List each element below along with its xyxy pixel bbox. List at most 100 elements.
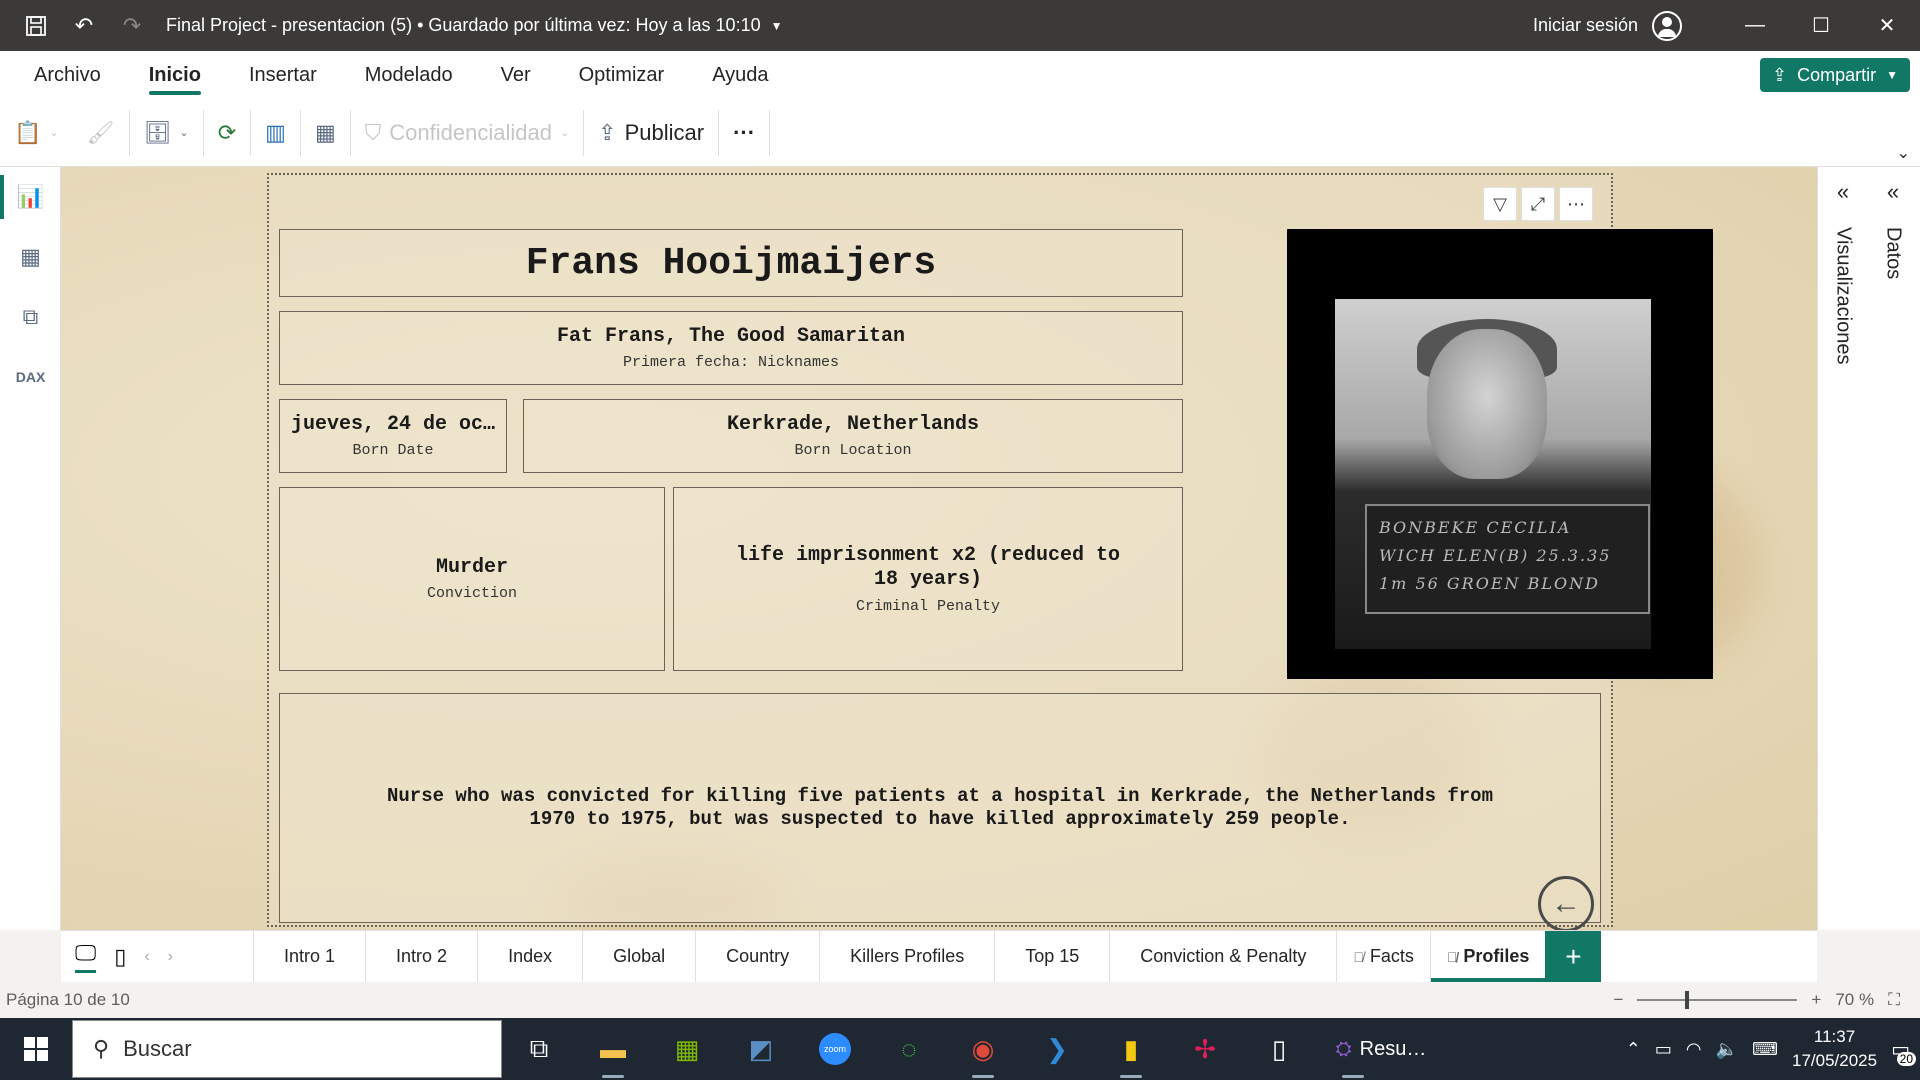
zoom-out-button[interactable]: −: [1613, 990, 1623, 1010]
close-button[interactable]: ✕: [1854, 0, 1920, 51]
nicknames-card[interactable]: Fat Frans, The Good Samaritan Primera fe…: [279, 311, 1183, 385]
publish-button[interactable]: ⇪ Publicar: [584, 110, 718, 156]
report-canvas[interactable]: ▽ ⤢ ⋯ Frans Hooijmaijers Fat Frans, The …: [61, 167, 1817, 930]
clock[interactable]: 11:37 17/05/2025: [1792, 1025, 1877, 1073]
tab-label: Profiles: [1463, 946, 1530, 966]
tab-profiles[interactable]: 👁̸ Profiles: [1429, 931, 1546, 982]
taskbar-search[interactable]: ⚲ Buscar: [72, 1020, 502, 1078]
double-chevron-left-icon[interactable]: «: [1887, 179, 1899, 205]
fit-to-page-icon[interactable]: ⛶: [1888, 990, 1900, 1010]
notepad-icon[interactable]: ▯: [1242, 1018, 1316, 1080]
undo-icon[interactable]: ↶: [60, 0, 108, 51]
zoom-level[interactable]: 70 %: [1835, 990, 1874, 1010]
circular-app-icon[interactable]: ◌: [872, 1018, 946, 1080]
start-button[interactable]: [0, 1018, 72, 1080]
calculator-button[interactable]: ▦: [301, 110, 350, 156]
tab-label: Top 15: [1025, 946, 1080, 966]
menu-inicio[interactable]: Inicio: [148, 56, 202, 95]
zoom-in-button[interactable]: +: [1811, 990, 1821, 1010]
tab-killers-profiles[interactable]: Killers Profiles: [819, 931, 994, 982]
volume-icon[interactable]: 🔈: [1716, 1039, 1738, 1060]
desktop-layout-icon[interactable]: 🖵: [75, 940, 97, 973]
table-view-icon[interactable]: ▦: [0, 227, 61, 287]
tab-global[interactable]: Global: [582, 931, 695, 982]
data-pane[interactable]: « Datos: [1868, 179, 1918, 479]
born-date-card[interactable]: jueves, 24 de oc… Born Date: [279, 399, 507, 473]
chevron-up-icon[interactable]: ⌃: [1626, 1039, 1641, 1060]
mugshot-photo: BONBEKE CECILIA WICH ELEN(B) 25.3.35 1m …: [1335, 299, 1651, 649]
save-icon[interactable]: [12, 0, 60, 51]
filter-icon[interactable]: ▽: [1483, 187, 1517, 221]
window-title[interactable]: Final Project - presentacion (5) • Guard…: [166, 15, 782, 36]
maximize-button[interactable]: ☐: [1788, 0, 1854, 51]
vscode-icon[interactable]: ❯: [1020, 1018, 1094, 1080]
mobile-layout-icon[interactable]: ▯: [114, 944, 126, 970]
visualizations-pane[interactable]: « Visualizaciones: [1818, 179, 1868, 479]
tab-conviction-penalty[interactable]: Conviction & Penalty: [1109, 931, 1336, 982]
zoom-icon[interactable]: zoom: [798, 1018, 872, 1080]
task-view-icon[interactable]: ⧉: [502, 1018, 576, 1080]
file-explorer-icon[interactable]: ▬: [576, 1018, 650, 1080]
format-painter-button[interactable]: 🖌: [73, 110, 129, 156]
menu-ver[interactable]: Ver: [501, 56, 531, 95]
tab-intro-2[interactable]: Intro 2: [365, 931, 477, 982]
keyboard-icon[interactable]: ⌨: [1752, 1039, 1778, 1060]
conviction-card[interactable]: Murder Conviction: [279, 487, 665, 671]
wifi-icon[interactable]: ◠: [1686, 1039, 1702, 1060]
menu-archivo[interactable]: Archivo: [34, 56, 101, 95]
tab-top-15[interactable]: Top 15: [994, 931, 1109, 982]
app-icon: ⛭: [1335, 1037, 1352, 1060]
tab-facts[interactable]: 👁̸ Facts: [1336, 931, 1430, 982]
mysql-workbench-icon[interactable]: ◩: [724, 1018, 798, 1080]
model-view-icon[interactable]: ⧉: [0, 287, 61, 347]
power-bi-icon[interactable]: ▮: [1094, 1018, 1168, 1080]
mugshot-frame[interactable]: BONBEKE CECILIA WICH ELEN(B) 25.3.35 1m …: [1287, 229, 1713, 679]
born-location-card[interactable]: Kerkrade, Netherlands Born Location: [523, 399, 1183, 473]
minimize-button[interactable]: —: [1722, 0, 1788, 51]
menu-modelado[interactable]: Modelado: [365, 56, 453, 95]
report-page[interactable]: ▽ ⤢ ⋯ Frans Hooijmaijers Fat Frans, The …: [267, 173, 1713, 930]
back-arrow-button[interactable]: ←: [1538, 876, 1594, 930]
new-visual-button[interactable]: ▥: [251, 110, 300, 156]
tab-label: Killers Profiles: [850, 946, 965, 966]
more-options-icon[interactable]: ⋯: [1559, 187, 1593, 221]
running-app[interactable]: ⛭ Resu…: [1316, 1018, 1446, 1080]
notification-count: 20: [1896, 1051, 1916, 1066]
name-card[interactable]: Frans Hooijmaijers: [279, 229, 1183, 297]
tab-country[interactable]: Country: [695, 931, 819, 982]
description-card[interactable]: Nurse who was convicted for killing five…: [279, 693, 1601, 923]
penalty-card[interactable]: life imprisonment x2 (reduced to 18 year…: [673, 487, 1183, 671]
confidencialidad-button[interactable]: ⛉ Confidencialidad ⌄: [351, 110, 583, 156]
menu-optimizar[interactable]: Optimizar: [579, 56, 665, 95]
tab-index[interactable]: Index: [477, 931, 582, 982]
paste-button[interactable]: 📋 ⌄: [0, 110, 73, 156]
get-data-button[interactable]: 🗄 ⌄: [130, 110, 203, 156]
ribbon-collapse-icon[interactable]: ⌄: [1897, 143, 1910, 163]
chrome-icon[interactable]: ◉: [946, 1018, 1020, 1080]
tab-intro-1[interactable]: Intro 1: [253, 931, 365, 982]
tab-scroll-right-icon[interactable]: ›: [168, 948, 173, 966]
notifications-icon[interactable]: ▭ 20: [1891, 1037, 1916, 1066]
add-page-button[interactable]: +: [1545, 931, 1602, 982]
database-icon: 🗄: [143, 119, 172, 145]
mugshot-board: BONBEKE CECILIA WICH ELEN(B) 25.3.35 1m …: [1365, 504, 1650, 614]
menu-ayuda[interactable]: Ayuda: [712, 56, 768, 95]
menu-insertar[interactable]: Insertar: [249, 56, 317, 95]
report-view-icon[interactable]: 📊: [0, 167, 61, 227]
battery-icon[interactable]: ▭: [1655, 1039, 1672, 1060]
more-options-button[interactable]: ···: [719, 110, 769, 156]
refresh-button[interactable]: ⟳: [204, 110, 250, 156]
avatar-icon[interactable]: [1652, 10, 1682, 41]
microsoft-store-icon[interactable]: ▦: [650, 1018, 724, 1080]
side-panes: « Visualizaciones « Datos: [1817, 167, 1920, 930]
tab-label: Country: [726, 946, 790, 966]
signin-link[interactable]: Iniciar sesión: [1533, 15, 1638, 36]
double-chevron-left-icon[interactable]: «: [1837, 179, 1849, 205]
redo-icon[interactable]: ↷: [108, 0, 156, 51]
focus-mode-icon[interactable]: ⤢: [1521, 187, 1555, 221]
share-button[interactable]: ⇪ Compartir ▼: [1760, 58, 1910, 92]
zoom-slider[interactable]: [1637, 991, 1798, 1009]
tab-scroll-left-icon[interactable]: ‹: [144, 948, 149, 966]
slack-icon[interactable]: ✢: [1168, 1018, 1242, 1080]
dax-query-icon[interactable]: DAX: [0, 347, 61, 407]
